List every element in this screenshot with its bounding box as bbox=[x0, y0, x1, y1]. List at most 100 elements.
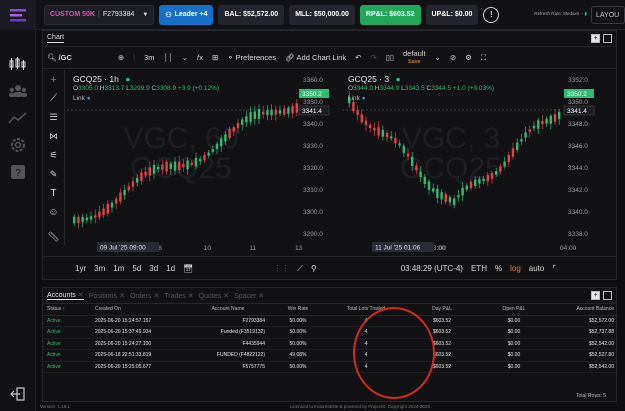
nav-community-icon[interactable] bbox=[0, 77, 36, 104]
col-created[interactable]: Created On bbox=[91, 304, 187, 316]
brush-tool-icon[interactable]: ✎ bbox=[43, 165, 64, 184]
chart-canvas-1h[interactable]: 3360.0 3350.0 3340.0 3330.0 3320.0 3310.0 3300… bbox=[67, 70, 337, 254]
undo-icon[interactable]: ↶ bbox=[355, 53, 361, 62]
measure-icon[interactable]: ⟋ bbox=[297, 264, 303, 274]
measure-tool-icon[interactable]: ⚟ bbox=[43, 146, 64, 165]
fullscreen-icon[interactable]: ⛶ bbox=[481, 53, 486, 63]
table-row[interactable]: Active 2025-06-20 15:24:27.100 F4435944 … bbox=[43, 338, 618, 350]
text-tool-icon[interactable]: T bbox=[43, 184, 64, 203]
range-5d[interactable]: 5d bbox=[132, 264, 141, 273]
percent-scale-button[interactable]: % bbox=[495, 264, 502, 273]
col-win-rate[interactable]: Win Rate bbox=[269, 304, 327, 316]
close-icon[interactable]: ✕ bbox=[119, 293, 125, 300]
session-button[interactable]: ETH bbox=[471, 264, 487, 273]
zoom-icon[interactable]: ⊘ bbox=[450, 53, 456, 62]
ruler-tool-icon[interactable]: 📏︎ bbox=[43, 228, 64, 247]
fib-tool-icon[interactable]: ☰ bbox=[43, 108, 64, 127]
layout-save-status: Save bbox=[408, 58, 421, 65]
chart-type-icon[interactable]: ┆┆ bbox=[164, 53, 173, 62]
toolbar-divider: | bbox=[133, 53, 136, 62]
nav-settings-icon[interactable] bbox=[0, 131, 36, 158]
close-icon[interactable]: ✕ bbox=[153, 293, 159, 300]
app-root: CUSTOM 50K | F2793384 ▼ ⚇ Leader +4 BAL:… bbox=[0, 0, 625, 411]
range-3m[interactable]: 3m bbox=[94, 264, 105, 273]
close-icon[interactable]: ✕ bbox=[258, 293, 264, 300]
add-panel-button[interactable]: + bbox=[591, 34, 600, 43]
templates-icon[interactable]: ⊞ bbox=[212, 53, 218, 62]
table-row[interactable]: Active 2025-06-20 15:37:49.934 Funded (F… bbox=[43, 326, 618, 339]
col-account-name[interactable]: Account Name bbox=[187, 304, 269, 316]
redo-icon[interactable]: ↷ bbox=[370, 53, 376, 62]
tab-orders[interactable]: Orders ✕ bbox=[130, 292, 159, 300]
interval-button[interactable]: 3m bbox=[144, 53, 154, 62]
crosshair-tool-icon[interactable]: + bbox=[43, 70, 64, 89]
col-balance[interactable]: Account Balance bbox=[549, 304, 618, 316]
gear-icon[interactable]: ⚙ bbox=[465, 53, 472, 62]
range-1d[interactable]: 1d bbox=[166, 264, 175, 273]
cell-open-pl: $0.00 bbox=[479, 326, 549, 339]
symbol-search[interactable]: 🔍︎ /GC bbox=[47, 53, 72, 62]
table-row[interactable]: Active 2025-06-18 22:51:33.819 FUNDED (F… bbox=[43, 349, 618, 362]
col-open-pl[interactable]: Open P&L bbox=[479, 304, 549, 316]
col-status[interactable]: Status ↑ bbox=[43, 304, 91, 316]
add-symbol-icon[interactable]: ⊕ bbox=[118, 53, 124, 62]
tab-spacer[interactable]: Spacer ✕ bbox=[234, 292, 264, 300]
chart-pane-1h[interactable]: 3360.0 3350.0 3340.0 3330.0 3320.0 3310.0 3300… bbox=[67, 70, 337, 254]
trendline-tool-icon[interactable]: ⟋ bbox=[43, 89, 64, 108]
pane-link[interactable]: Link ● bbox=[73, 95, 91, 102]
tab-chart[interactable]: Chart bbox=[47, 34, 65, 43]
range-1m[interactable]: 1m bbox=[113, 264, 124, 273]
account-id-label: F2793384 bbox=[102, 11, 135, 18]
info-icon[interactable]: ! bbox=[483, 6, 500, 23]
candle-body bbox=[394, 137, 397, 144]
tab-accounts[interactable]: Accounts ✕ bbox=[47, 291, 84, 300]
ohlc-change: +1.0 (+0.03%) bbox=[452, 85, 495, 92]
candle-body bbox=[411, 156, 414, 166]
pane-link[interactable]: Link ● bbox=[348, 95, 366, 102]
range-3d[interactable]: 3d bbox=[149, 264, 158, 273]
close-icon[interactable]: ✕ bbox=[78, 292, 84, 299]
ohlc-open: 3344.0 bbox=[353, 85, 373, 92]
chart-type-chevron-icon[interactable]: ⌄ bbox=[182, 53, 188, 62]
nav-trading-icon[interactable] bbox=[0, 50, 36, 77]
layout-selector[interactable]: default Save bbox=[403, 49, 426, 66]
account-selector[interactable]: CUSTOM 50K | F2793384 ▼ bbox=[44, 4, 155, 25]
nav-performance-icon[interactable] bbox=[0, 104, 36, 131]
table-row[interactable]: Active 2025-06-20 15:25:05.677 F5757775 … bbox=[43, 361, 618, 373]
expand-icon[interactable]: ⌜ bbox=[552, 264, 556, 273]
indicators-icon[interactable]: 𝑓x bbox=[197, 53, 203, 63]
users-icon: ⚇ bbox=[165, 11, 172, 19]
close-icon[interactable]: ✕ bbox=[223, 293, 229, 300]
pattern-tool-icon[interactable]: ⋈ bbox=[43, 127, 64, 146]
maximize-panel-button[interactable] bbox=[603, 291, 612, 300]
candle-body bbox=[360, 114, 363, 123]
leader-button[interactable]: ⚇ Leader +4 bbox=[159, 4, 214, 25]
col-lots[interactable]: Total Lots Traded bbox=[327, 304, 405, 316]
maximize-panel-button[interactable] bbox=[603, 34, 612, 43]
close-icon[interactable]: ✕ bbox=[188, 293, 194, 300]
drag-handle-icon[interactable]: ⋮⋮ bbox=[273, 264, 289, 273]
tab-quotes[interactable]: Quotes ✕ bbox=[199, 292, 229, 300]
date-range-icon[interactable]: 📅︎ bbox=[183, 264, 193, 273]
log-scale-button[interactable]: log bbox=[510, 264, 521, 273]
magnet-icon[interactable]: ⚲ bbox=[311, 264, 317, 273]
layout-button[interactable]: LAYOU bbox=[591, 6, 625, 24]
logout-icon[interactable] bbox=[0, 380, 36, 407]
chart-pane-3m[interactable]: 3352.0 3350.0 3348.0 3346.0 3344.0 3342.0 3340… bbox=[342, 70, 600, 254]
layout-chevron-icon[interactable]: ⌄ bbox=[435, 53, 441, 62]
nav-help-icon[interactable]: ? bbox=[0, 158, 36, 185]
tab-positions[interactable]: Positions ✕ bbox=[89, 292, 125, 300]
range-1yr[interactable]: 1yr bbox=[75, 264, 86, 273]
tab-trades[interactable]: Trades ✕ bbox=[164, 292, 193, 300]
add-chart-link-button[interactable]: 🔗︎ Add Chart Link bbox=[285, 53, 346, 62]
col-day-pl[interactable]: Day P&L bbox=[405, 304, 479, 316]
layout-split-icon[interactable]: ▯▯ bbox=[386, 53, 394, 62]
candle-body bbox=[178, 161, 181, 171]
preferences-button[interactable]: ⚬ Preferences bbox=[227, 53, 276, 62]
emoji-tool-icon[interactable]: ☺ bbox=[43, 203, 64, 222]
app-logo[interactable] bbox=[0, 0, 36, 30]
chart-canvas-3m[interactable]: 3352.0 3350.0 3348.0 3346.0 3344.0 3342.0 3340… bbox=[342, 70, 600, 254]
auto-scale-button[interactable]: auto bbox=[529, 264, 545, 273]
table-row[interactable]: Active 2025-06-20 15:24:57.157 F2793384 … bbox=[43, 315, 618, 327]
add-panel-button[interactable]: + bbox=[591, 291, 600, 300]
